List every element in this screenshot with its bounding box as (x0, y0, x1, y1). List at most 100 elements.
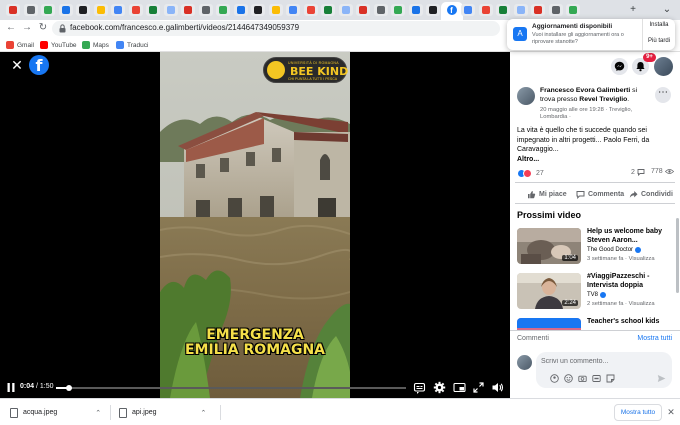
chevron-up-icon[interactable]: ⌃ (95, 409, 101, 417)
browser-tab[interactable] (408, 4, 423, 16)
picture-in-picture-icon[interactable] (453, 381, 466, 394)
video-thumbnail[interactable]: 1:04 (517, 228, 581, 264)
browser-tab[interactable] (513, 4, 528, 16)
video-frame[interactable]: UNIVERSITÀ DI ROMAGNA BEE KIND CHI PUNTA… (160, 52, 350, 398)
settings-gear-icon[interactable] (433, 381, 446, 394)
fullscreen-icon[interactable] (472, 381, 485, 394)
back-arrow-icon[interactable]: ← (4, 21, 18, 35)
video-thumbnail[interactable]: 2:24 (517, 273, 581, 309)
close-icon[interactable]: ✕ (10, 58, 24, 72)
browser-tab[interactable] (531, 4, 545, 16)
related-video-channel[interactable]: The Good Doctor (587, 247, 642, 253)
camera-icon[interactable] (578, 374, 587, 383)
show-all-downloads-button[interactable]: Mostra tutto (614, 404, 662, 421)
browser-tab[interactable] (338, 4, 353, 16)
captions-icon[interactable] (413, 381, 426, 394)
browser-tab[interactable] (321, 4, 335, 16)
panel-scrollbar[interactable] (676, 218, 679, 293)
related-video-title[interactable]: Teacher's school kids (587, 318, 675, 327)
author-avatar[interactable] (517, 87, 535, 105)
browser-tab[interactable] (461, 4, 475, 16)
tab-search-chevron-icon[interactable]: ⌄ (660, 3, 674, 17)
see-more-link[interactable]: Altro... (517, 156, 539, 163)
comment-button[interactable]: Commenta (576, 188, 624, 200)
video-player[interactable]: ✕ f UNIVERSITÀ DI ROMAGNA BEE KIND CHI P… (0, 52, 510, 398)
comment-composer[interactable] (536, 352, 672, 388)
browser-tab[interactable] (128, 4, 143, 16)
chevron-up-icon[interactable]: ⌃ (201, 409, 207, 417)
browser-tab[interactable] (426, 4, 440, 16)
browser-tab[interactable] (391, 4, 405, 16)
gif-icon[interactable] (592, 374, 601, 383)
address-bar[interactable]: facebook.com/francesco.e.galimberti/vide… (52, 21, 500, 36)
browser-tab[interactable] (566, 4, 580, 16)
browser-tab[interactable] (146, 4, 160, 16)
browser-tab[interactable] (233, 4, 248, 16)
bookmark-traduci[interactable]: Traduci (116, 40, 148, 50)
facebook-logo[interactable]: f (29, 55, 49, 75)
browser-tab[interactable] (111, 4, 125, 16)
place-name[interactable]: Revel Treviglio (579, 96, 627, 103)
browser-tab[interactable] (41, 4, 55, 16)
comment-bubble-icon (637, 169, 645, 176)
browser-tab[interactable] (23, 4, 38, 16)
sticker-icon[interactable] (606, 374, 615, 383)
related-video-item[interactable]: 2:24 #ViaggiPazzeschi - Intervista doppi… (517, 273, 677, 313)
gmail-icon (6, 41, 14, 49)
close-icon[interactable]: ✕ (665, 406, 677, 418)
share-label: Condividi (641, 190, 673, 198)
share-button[interactable]: Condividi (629, 188, 673, 200)
forward-arrow-icon[interactable]: → (20, 21, 34, 35)
more-options-icon[interactable]: ⋯ (655, 87, 671, 103)
comment-count[interactable]: 2 (631, 168, 645, 176)
related-video-title[interactable]: #ViaggiPazzeschi - Intervista doppia (587, 273, 675, 290)
related-video-item[interactable]: 1:04 Help us welcome baby Steven Aaron..… (517, 228, 677, 268)
like-button[interactable]: Mi piace (527, 188, 567, 200)
show-all-comments-link[interactable]: Mostra tutti (637, 335, 672, 342)
active-tab[interactable]: f (440, 2, 463, 20)
browser-tab[interactable] (58, 4, 73, 16)
pause-icon[interactable] (6, 382, 16, 393)
browser-tab[interactable] (478, 4, 493, 16)
browser-tab[interactable] (548, 4, 563, 16)
browser-tab[interactable] (181, 4, 195, 16)
browser-tab[interactable] (373, 4, 388, 16)
browser-tab[interactable] (251, 4, 265, 16)
comment-input[interactable] (541, 356, 667, 367)
progress-handle[interactable] (65, 385, 72, 391)
related-video-channel[interactable]: TV8 (587, 292, 607, 298)
browser-tab[interactable] (303, 4, 318, 16)
browser-tab[interactable] (6, 4, 20, 16)
account-avatar[interactable] (654, 57, 673, 76)
browser-tab[interactable] (268, 4, 283, 16)
progress-bar[interactable] (56, 385, 406, 391)
browser-tab[interactable] (198, 4, 213, 16)
browser-tab[interactable] (496, 4, 510, 16)
later-button[interactable]: Più tardi (643, 38, 675, 44)
emoji-icon[interactable] (564, 374, 573, 383)
send-icon[interactable] (657, 374, 666, 383)
related-video-title[interactable]: Help us welcome baby Steven Aaron... (587, 228, 675, 245)
download-item[interactable]: api.jpeg ⌃ (119, 404, 206, 421)
browser-tab[interactable] (163, 4, 178, 16)
bookmark-youtube[interactable]: YouTube (40, 40, 77, 50)
avatar-sticker-icon[interactable] (550, 374, 559, 383)
reactions-summary[interactable]: 27 (517, 168, 544, 178)
browser-tab[interactable] (356, 4, 370, 16)
messenger-icon[interactable] (611, 58, 628, 75)
volume-icon[interactable] (491, 381, 504, 394)
new-tab-plus-icon[interactable]: + (626, 3, 640, 17)
browser-tab[interactable] (286, 4, 300, 16)
install-button[interactable]: Installa (643, 22, 675, 28)
reload-icon[interactable]: ↻ (36, 21, 50, 35)
browser-tab[interactable] (76, 4, 90, 16)
author-name[interactable]: Francesco Evora Galimberti (540, 87, 630, 94)
tab-favicon-icon (9, 6, 17, 14)
bookmark-gmail[interactable]: Gmail (6, 40, 34, 50)
tab-favicon-icon (236, 6, 245, 14)
bookmark-maps[interactable]: Maps (82, 40, 109, 50)
download-item[interactable]: acqua.jpeg ⌃ (10, 404, 101, 421)
browser-tab[interactable] (216, 4, 230, 16)
browser-tab[interactable] (93, 4, 108, 16)
period: . (627, 95, 630, 103)
